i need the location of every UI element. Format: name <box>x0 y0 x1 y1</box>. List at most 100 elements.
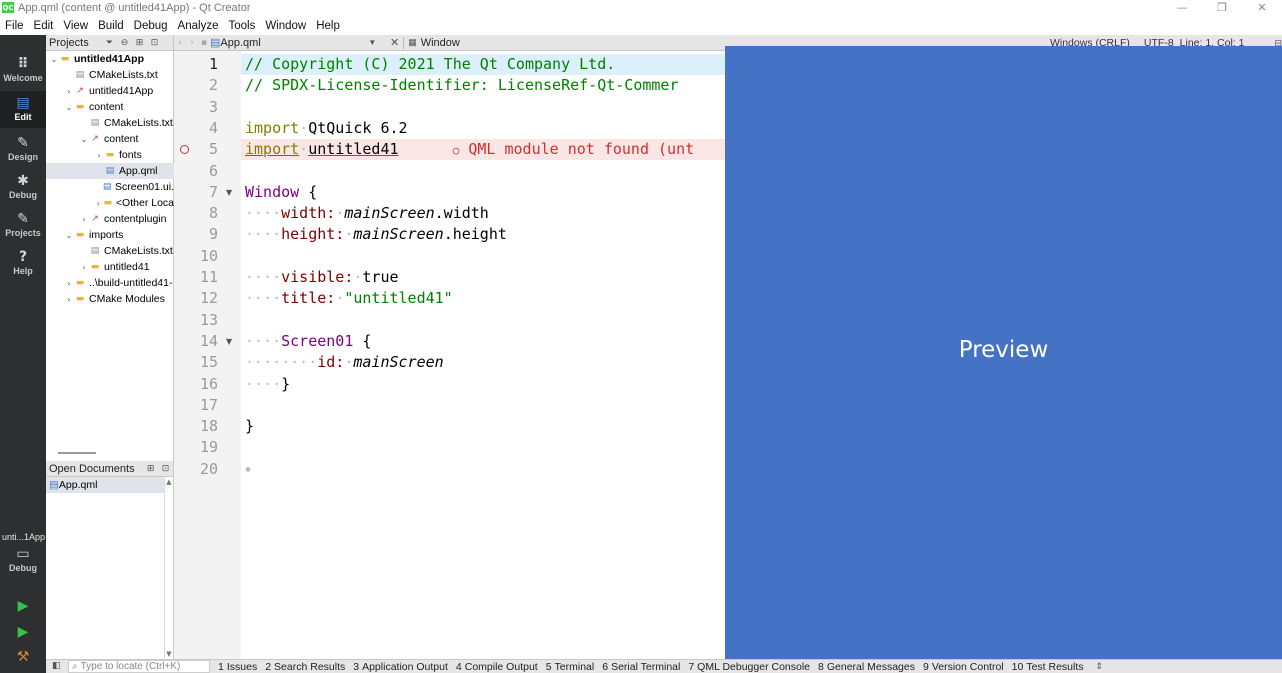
run-button[interactable]: ▶ <box>13 598 33 616</box>
code-line[interactable]: 12 ····title:·"untitled41" <box>174 288 725 309</box>
output-tab[interactable]: 6 Serial Terminal <box>602 661 680 673</box>
split-icon[interactable]: ⊞ <box>143 464 158 474</box>
chevron-down-icon[interactable]: ⌄ <box>49 55 59 64</box>
code-line[interactable]: 13 <box>174 310 725 331</box>
tree-item[interactable]: › ↗ untitled41App <box>46 83 174 99</box>
code-line[interactable]: 17 <box>174 395 725 416</box>
chevron-down-icon[interactable]: ⌄ <box>64 103 74 112</box>
close-pane-icon[interactable]: ⊡ <box>158 464 173 474</box>
code-line[interactable]: 20 ◆ <box>174 459 725 480</box>
mode-debug[interactable]: ✱ Debug <box>0 172 46 208</box>
output-tab[interactable]: 1 Issues <box>218 661 257 673</box>
error-marker-icon[interactable] <box>180 145 189 155</box>
menu-build[interactable]: Build <box>93 20 129 32</box>
output-tab[interactable]: 4 Compile Output <box>456 661 538 673</box>
tree-item[interactable]: ⌄ ▬ imports <box>46 227 174 243</box>
code-line[interactable]: 16 ····} <box>174 374 725 395</box>
mode-help[interactable]: ? Help <box>0 248 46 284</box>
locator-input[interactable]: ⌕ Type to locate (Ctrl+K) <box>68 660 210 673</box>
horizontal-scrollbar[interactable] <box>58 452 96 454</box>
code-editor[interactable]: 1 // Copyright (C) 2021 The Qt Company L… <box>174 51 725 659</box>
chevron-right-icon[interactable]: › <box>94 151 104 160</box>
code-line[interactable]: 8 ····width:·mainScreen.width <box>174 203 725 224</box>
fold-marker-icon[interactable]: ▼ <box>226 182 232 203</box>
tree-item[interactable]: › ▬ fonts <box>46 147 174 163</box>
filter-icon[interactable]: ⏷ <box>102 38 117 48</box>
tree-item[interactable]: ▤ CMakeLists.txt <box>46 243 174 259</box>
code-line[interactable]: 5 import·untitled41 ○ QML module not fou… <box>174 139 725 161</box>
code-line[interactable]: 10 <box>174 246 725 267</box>
vertical-scrollbar[interactable]: ▲ ▼ <box>164 478 172 658</box>
document-selector[interactable]: ▤ App.qml ▼ <box>210 36 385 50</box>
kit-selector-label[interactable]: unti...1App <box>2 532 45 542</box>
scroll-down-icon[interactable]: ▼ <box>165 650 173 658</box>
tree-item[interactable]: ⌄ ↗ content <box>46 131 174 147</box>
debug-run-button[interactable]: ▶ <box>13 624 33 642</box>
build-button[interactable]: ⚒ <box>13 649 33 667</box>
projects-view-selector[interactable]: Projects <box>46 37 102 49</box>
code-line[interactable]: 14 ▼ ····Screen01 { <box>174 331 725 352</box>
code-line[interactable]: 15 ········id:·mainScreen <box>174 352 725 373</box>
chevron-right-icon[interactable]: › <box>64 87 74 96</box>
menu-debug[interactable]: Debug <box>129 20 173 32</box>
code-line[interactable]: 4 import·QtQuick 6.2 <box>174 118 725 139</box>
split-icon[interactable]: ⊞ <box>132 38 147 48</box>
menu-file[interactable]: File <box>0 20 29 32</box>
tree-item[interactable]: ▤ CMakeLists.txt <box>46 67 174 83</box>
output-tab[interactable]: 8 General Messages <box>818 661 915 673</box>
fold-marker-icon[interactable]: ▼ <box>226 331 232 352</box>
chevron-right-icon[interactable]: › <box>94 199 103 208</box>
code-line[interactable]: 19 <box>174 437 725 458</box>
mode-design[interactable]: ✎ Design <box>0 134 46 170</box>
chevron-down-icon[interactable]: ⌄ <box>64 231 74 240</box>
close-pane-icon[interactable]: ⊡ <box>147 38 162 48</box>
code-line[interactable]: 2 // SPDX-License-Identifier: LicenseRef… <box>174 75 725 96</box>
output-tab[interactable]: 9 Version Control <box>923 661 1004 673</box>
chevron-right-icon[interactable]: › <box>79 215 89 224</box>
close-button[interactable]: ✕ <box>1242 0 1282 15</box>
chevron-right-icon[interactable]: › <box>64 279 74 288</box>
code-line[interactable]: 3 <box>174 97 725 118</box>
menu-tools[interactable]: Tools <box>223 20 260 32</box>
restore-button[interactable]: ❐ <box>1202 0 1242 15</box>
code-line[interactable]: 6 <box>174 161 725 182</box>
menu-help[interactable]: Help <box>311 20 345 32</box>
menu-view[interactable]: View <box>58 20 93 32</box>
chevron-right-icon[interactable]: › <box>64 295 74 304</box>
tree-item[interactable]: › ▬ CMake Modules <box>46 291 174 307</box>
mode-welcome[interactable]: ⠿ Welcome <box>0 55 46 91</box>
code-line[interactable]: 11 ····visible:·true <box>174 267 725 288</box>
tree-item[interactable]: ⌄ ▬ content <box>46 99 174 115</box>
output-tab[interactable]: 5 Terminal <box>546 661 595 673</box>
tree-item[interactable]: › ▬ ..\build-untitled41- <box>46 275 174 291</box>
open-document-item[interactable]: ▤ App.qml <box>46 477 164 493</box>
chevron-down-icon[interactable]: ⌄ <box>79 135 89 144</box>
output-tab[interactable]: 3 Application Output <box>353 661 448 673</box>
tree-item[interactable]: ⌄ ▬ untitled41App <box>46 51 174 67</box>
tree-item[interactable]: › ▬ <Other Loca <box>46 195 174 211</box>
mode-projects[interactable]: ✎ Projects <box>0 210 46 246</box>
minimize-button[interactable]: — <box>1162 0 1202 15</box>
tree-item[interactable]: › ▬ untitled41 <box>46 259 174 275</box>
code-line[interactable]: 7 ▼ Window { <box>174 182 725 203</box>
output-tab[interactable]: 2 Search Results <box>265 661 345 673</box>
forward-icon[interactable]: › <box>186 38 198 48</box>
scroll-up-icon[interactable]: ▲ <box>165 478 173 486</box>
code-line[interactable]: 9 ····height:·mainScreen.height <box>174 224 725 245</box>
tree-item[interactable]: › ↗ contentplugin <box>46 211 174 227</box>
output-tab[interactable]: 7 QML Debugger Console <box>688 661 810 673</box>
code-line[interactable]: 18 } <box>174 416 725 437</box>
chevron-right-icon[interactable]: › <box>79 263 89 272</box>
toggle-sidebar-icon[interactable]: ◧ <box>52 661 61 671</box>
close-document-icon[interactable]: ✕ <box>390 36 399 49</box>
open-documents-title[interactable]: Open Documents <box>46 463 143 475</box>
code-line[interactable]: 1 // Copyright (C) 2021 The Qt Company L… <box>174 54 725 75</box>
menu-analyze[interactable]: Analyze <box>173 20 224 32</box>
symbol-selector[interactable]: Window <box>421 37 460 49</box>
menu-edit[interactable]: Edit <box>29 20 59 32</box>
link-icon[interactable]: ⊖ <box>117 38 132 48</box>
tree-item[interactable]: ▤ App.qml <box>46 163 174 179</box>
mode-edit[interactable]: ▤ Edit <box>0 91 46 128</box>
tree-item[interactable]: ▤ CMakeLists.txt <box>46 115 174 131</box>
kit-selector[interactable]: ▭ Debug <box>0 545 46 581</box>
